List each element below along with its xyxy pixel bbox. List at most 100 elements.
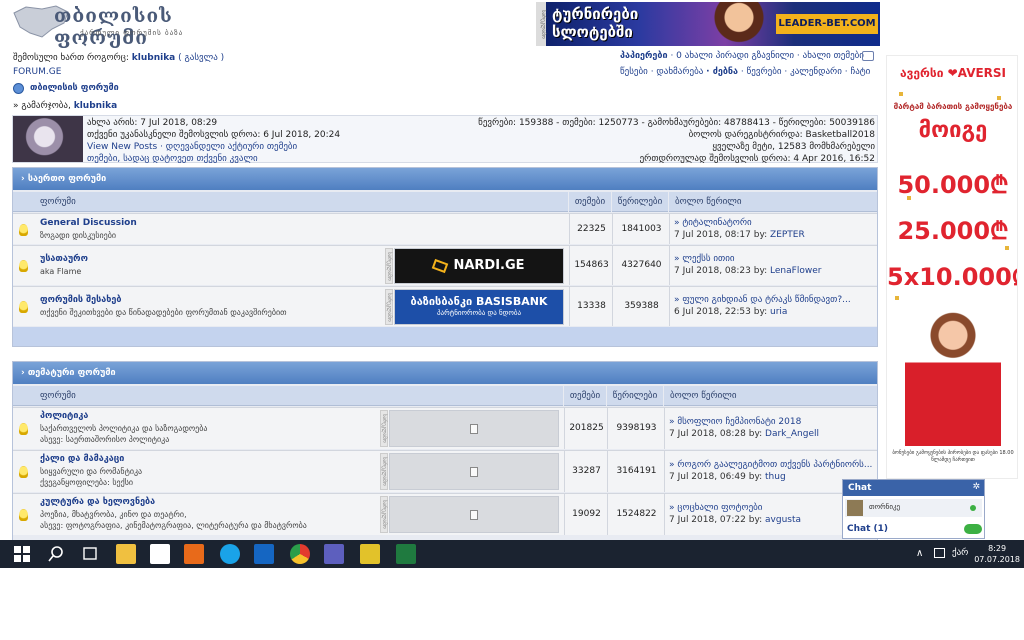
banner-line-2: სლოტებში [552,23,633,41]
category-title[interactable]: › თემატური ფორუმი [13,362,877,384]
task-view-icon[interactable] [80,544,100,564]
link-calendar[interactable]: · კალენდარი [784,67,842,77]
windows-start-icon[interactable] [12,544,32,564]
skype-icon[interactable] [220,544,240,564]
chrome-icon[interactable] [290,544,310,564]
forum-desc-line-2: ასევე: ფოტოგრაფია, კინემატოგრაფია, ლიტერ… [40,521,307,530]
last-post-author[interactable]: ZEPTER [770,230,805,240]
link-private-messages[interactable]: · 0 ახალი პირადი გზავნილი [670,51,794,61]
username-link[interactable]: klubnika [132,53,175,63]
store-icon[interactable] [150,544,170,564]
view-new-posts-link[interactable]: View New Posts · დღევანდელი აქტიური თემე… [87,141,340,153]
forum-name[interactable]: კულტურა და ხელოვნება [40,497,155,507]
chat-user[interactable]: თორნიკე [845,499,982,517]
forum-name[interactable]: ქალი და მამაკაცი [40,454,124,464]
last-post-title[interactable]: » ტიტალინატორი [674,217,805,229]
last-post-title[interactable]: » მსოფლიო ჩემპიონატი 2018 [669,416,819,428]
chat-header[interactable]: Chat [843,480,984,496]
last-post-author[interactable]: LenaFlower [770,266,821,276]
aversi-ad[interactable]: ავერსი ❤AVERSI მარტამ ბარათის გამოყენება… [886,55,1018,479]
newest-member: ბოლოს დარეგისტრირდა: Basketball2018 [688,130,875,140]
forum-row[interactable]: ქალი და მამაკაცი სიყვარული და რომანტიკა … [13,450,877,492]
category-title[interactable]: › საერთო ფორუმი [13,168,877,190]
chat-toggle[interactable] [964,524,982,534]
ad-placeholder[interactable] [389,453,559,490]
forum-row[interactable]: პოლიტიკა საქართველოს პოლიტიკა და საზოგად… [13,407,877,449]
col-posts: წერილები [607,386,663,406]
dice-icon [432,258,449,273]
ad-placeholder[interactable] [389,496,559,533]
prize-amount-3: 5x10.000₾ [887,263,1018,291]
file-explorer-icon[interactable] [116,544,136,564]
forum-desc: საქართველოს პოლიტიკა და საზოგადოება ასევ… [40,423,207,445]
outlook-icon[interactable] [254,544,274,564]
chevron-up-icon[interactable]: ∧ [916,548,923,559]
chat-widget[interactable]: Chat ✲ თორნიკე Chat (1) [842,479,985,539]
logout-link[interactable]: ( გასვლა ) [178,53,224,63]
last-post-title[interactable]: » ცოცხალი ფოტოები [669,502,801,514]
banner-headline: ტურნირები სლოტებში [552,5,682,41]
site-name-link[interactable]: FORUM.GE [13,67,61,77]
last-post-author[interactable]: thug [765,472,786,482]
last-post-author[interactable]: Dark_Angell [765,429,819,439]
forum-row[interactable]: კულტურა და ხელოვნება პოეზია, მხატვრობა, … [13,493,877,535]
link-papers[interactable]: პაპიერები [620,51,668,61]
last-post-author[interactable]: avgusta [765,515,801,525]
top-ad-banner[interactable]: სარეკლამო ტურნირები სლოტებში LEADER-BET.… [536,2,880,46]
col-posts: წერილები [612,192,668,212]
forum-row[interactable]: General Discussion ზოგადი დისკუსიები 223… [13,213,877,244]
app-icon[interactable] [324,544,344,564]
last-post-title[interactable]: » როგორ გაალეგიტმოთ თქვენს პარტნიორს... [669,459,872,471]
link-search[interactable]: · ძებნა [706,67,738,77]
avatar[interactable] [13,116,83,162]
posts-count: 1524822 [616,509,657,519]
my-topics-link[interactable]: თემები, სადაც დატოვეთ თქვენი კვალი [87,153,340,165]
category-general: › საერთო ფორუმი ფორუმი თემები წერილები ბ… [12,167,878,347]
search-icon[interactable] [46,544,66,564]
last-post-title[interactable]: » ლექსს ითიი [674,253,821,265]
forum-name[interactable]: პოლიტიკა [40,411,88,421]
app-icon[interactable] [360,544,380,564]
link-chat[interactable]: · ჩატი [845,67,871,77]
link-new-topics[interactable]: · ახალი თემები [797,51,864,61]
aversi-win: მოიგე [918,118,988,143]
banner-brand: LEADER-BET.COM [776,14,878,34]
link-members[interactable]: · წევრები [741,67,782,77]
forum-row[interactable]: უსათაურო aka Flame სარეკლამო NARDI.GE 15… [13,245,877,285]
notification-icon[interactable] [934,548,945,558]
chat-title: Chat [848,483,872,493]
chat-count[interactable]: Chat (1) [847,524,888,534]
chat-bubble-icon[interactable] [862,51,874,61]
site-logo[interactable]: თბილისის ფორუმი ქართული ფორუმის ბაზა [12,3,198,49]
clock-time: 8:29 [988,544,1007,553]
col-last-post: ბოლო წერილი [669,192,877,212]
forum-name[interactable]: General Discussion [40,218,137,228]
link-rules[interactable]: წესები [620,67,648,77]
clock[interactable]: 8:29 07.07.2018 [974,543,1020,565]
ad-tag: სარეკლამო [380,496,388,533]
last-post-author[interactable]: uria [770,307,787,317]
welcome-username[interactable]: klubnika [74,101,117,111]
gear-icon[interactable]: ✲ [972,482,980,492]
link-help[interactable]: · დახმარება [651,67,704,77]
breadcrumb-icon [13,83,24,94]
nardi-ad[interactable]: NARDI.GE [394,248,564,284]
logo-subtitle: ქართული ფორუმის ბაზა [80,29,184,37]
language-indicator[interactable]: ქარ [952,548,968,558]
top-links-row-2: წესები · დახმარება · ძებნა · წევრები · კ… [620,67,870,77]
forum-desc-line-2: ქვეგანყოფილება: სექსი [40,478,134,487]
basisbank-ad[interactable]: ბაზისბანკი BASISBANK პარტნიორობა და ნდობ… [394,289,564,325]
forum-status-icon [19,224,28,236]
last-post: » ტიტალინატორი 7 Jul 2018, 08:17 by: ZEP… [674,217,805,241]
media-player-icon[interactable] [184,544,204,564]
ad-placeholder[interactable] [389,410,559,447]
breadcrumb[interactable]: თბილისის ფორუმი [30,83,119,93]
most-users: ყველაზე მეტი, 12583 მომხმარებელი [712,142,875,152]
posts-count: 9398193 [616,423,657,433]
last-post-title[interactable]: » ფული გიხდიან და ტრაკს წმინდავთ?... [674,294,851,306]
forum-status-icon [19,260,28,272]
excel-icon[interactable] [396,544,416,564]
forum-name[interactable]: უსათაურო [40,254,88,264]
forum-name[interactable]: ფორუმის შესახებ [40,295,121,305]
forum-row[interactable]: ფორუმის შესახებ თქვენი შეკითხვები და წინ… [13,286,877,326]
